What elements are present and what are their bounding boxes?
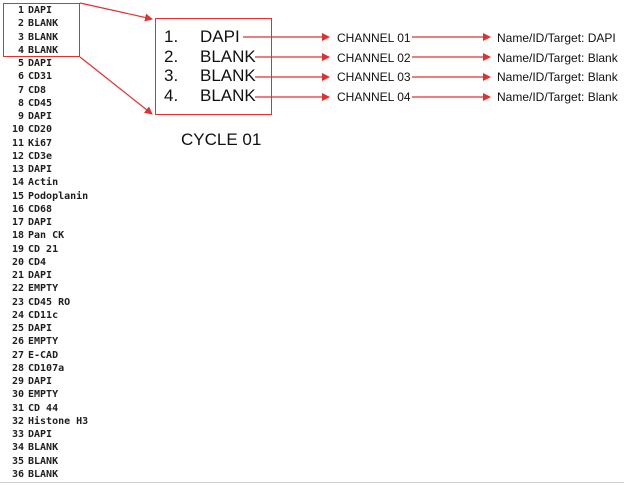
arrow-to-cycle-bottom [79, 56, 153, 115]
bottom-divider [0, 482, 624, 483]
diagram-canvas: 1 DAPI 2 BLANK 3 BLANK 4 BLANK 5 DAPI 6 CD31 7 CD8 8 CD… [0, 0, 624, 485]
arrow-to-cycle-top [79, 2, 153, 22]
arrows-layer [79, 2, 491, 115]
